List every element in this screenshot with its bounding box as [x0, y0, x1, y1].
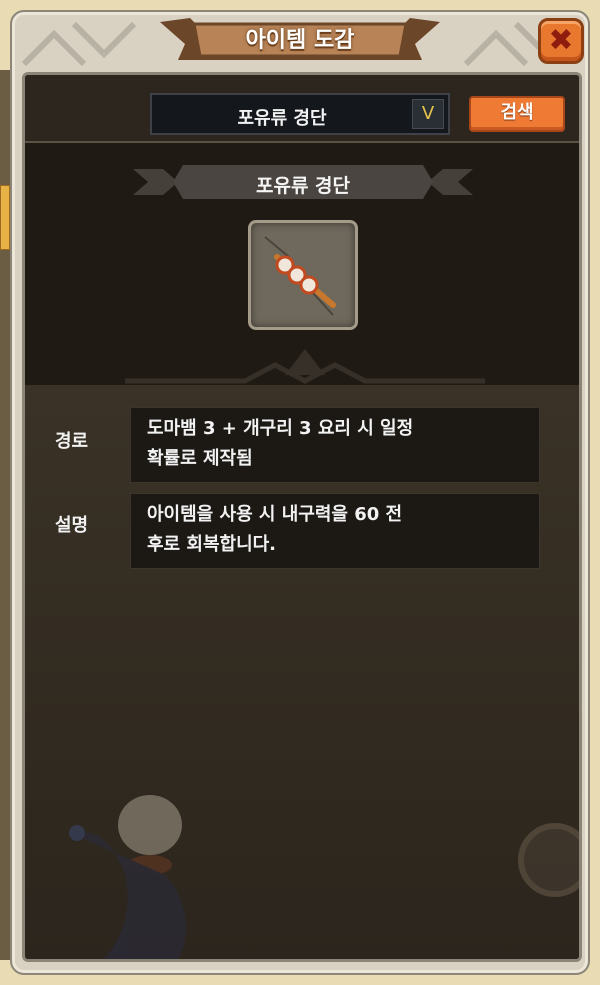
ornament [125, 349, 485, 384]
side-tab[interactable] [0, 185, 10, 250]
route-label: 경로 [55, 431, 89, 452]
description-line: 아이템을 사용 시 내구력을 60 전 [147, 504, 403, 525]
background-prop [518, 823, 579, 897]
close-button[interactable]: ✖ [538, 18, 584, 64]
route-line: 도마뱀 3 + 개구리 3 요리 시 일정 [147, 418, 414, 439]
route-box: 도마뱀 3 + 개구리 3 요리 시 일정 확률로 제작됨 [130, 407, 540, 483]
description-line: 후로 회복합니다. [147, 534, 277, 555]
item-icon-frame [248, 220, 358, 330]
chevron-down-icon[interactable]: V [412, 99, 444, 129]
description-box: 아이템을 사용 시 내구력을 60 전 후로 회복합니다. [130, 493, 540, 569]
route-line: 확률로 제작됨 [147, 448, 253, 469]
search-button-label: 검색 [500, 102, 534, 123]
item-select-value: 포유류 경단 [237, 108, 327, 129]
background-character [69, 795, 186, 959]
skewer-food-icon [264, 236, 336, 316]
close-icon: ✖ [548, 23, 574, 58]
item-codex-panel: 포유류 경단 V 검색 포유류 경단 경로 도마뱀 3 + 개구리 3 요리 시… [22, 72, 582, 962]
search-button[interactable]: 검색 [469, 96, 565, 132]
window-title: 아이템 도감 [245, 28, 355, 53]
description-label: 설명 [55, 515, 89, 536]
item-select[interactable]: 포유류 경단 V [150, 93, 450, 135]
item-name: 포유류 경단 [255, 175, 350, 197]
